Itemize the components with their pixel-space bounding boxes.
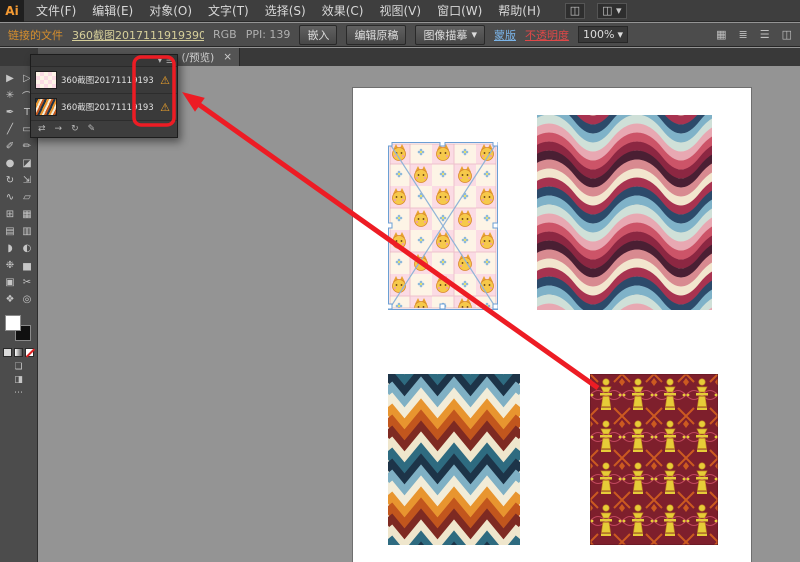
chevron-down-icon: ▾ (617, 28, 623, 41)
chevron-pattern-image[interactable] (388, 374, 520, 545)
tools-panel: ▶ ▷ ✳ ⌒ ✒ T ╱ ▭ ✐ ✏ ● ◪ ↻ ⇲ ∿ ▱ ⊞ ▦ ▤ ▥ ◗ ◐ ❉ ▅ ▣ ✂ ❖ ◎ ❏ ◨ ⋯ (0, 66, 38, 562)
selection-tool[interactable]: ▶ (2, 70, 19, 87)
color-mode-label: RGB (213, 28, 237, 41)
image-trace-label: 图像描摹 (423, 28, 468, 42)
menu-object[interactable]: 对象(O) (141, 0, 200, 22)
draw-mode-icon[interactable]: ❏ (14, 362, 22, 372)
rotate-tool[interactable]: ↻ (2, 172, 19, 189)
transform-icon[interactable]: ☰ (760, 28, 770, 41)
missing-link-warning-icon[interactable]: ⚠ (157, 74, 173, 87)
link-row[interactable]: 360截图20171119193 ⚠ (31, 67, 177, 94)
edit-original-button[interactable]: 编辑原稿 (346, 24, 407, 45)
menu-select[interactable]: 选择(S) (257, 0, 314, 22)
menu-effect[interactable]: 效果(C) (314, 0, 372, 22)
links-panel: ▾ ☰ 360截图20171119193 ⚠ 360截图20171119193 … (30, 54, 178, 138)
control-bar: 链接的文件 360截图20171119193909... RGB PPI: 13… (0, 23, 800, 47)
scale-tool[interactable]: ⇲ (19, 172, 36, 189)
go-to-link-icon[interactable]: → (55, 124, 63, 134)
image-trace-button[interactable]: 图像描摹 ▾ (415, 24, 485, 45)
link-thumbnail (35, 98, 57, 116)
damask-pattern-image[interactable] (589, 373, 719, 546)
placed-damask-pattern[interactable] (589, 373, 719, 546)
edit-original-icon[interactable]: ✎ (88, 124, 96, 134)
menu-bar: Ai 文件(F) 编辑(E) 对象(O) 文字(T) 选择(S) 效果(C) 视… (0, 0, 800, 22)
mesh-tool[interactable]: ▤ (2, 223, 19, 240)
placed-wave-pattern[interactable] (537, 115, 712, 310)
menu-type[interactable]: 文字(T) (200, 0, 257, 22)
pencil-tool[interactable]: ✏ (19, 138, 36, 155)
zoom-tool[interactable]: ◎ (19, 291, 36, 308)
menu-file[interactable]: 文件(F) (28, 0, 84, 22)
eyedropper-tool[interactable]: ◗ (2, 240, 19, 257)
artboard-tool[interactable]: ▣ (2, 274, 19, 291)
menu-window[interactable]: 窗口(W) (429, 0, 490, 22)
placed-cat-pattern[interactable] (386, 140, 499, 310)
none-button[interactable] (25, 348, 34, 357)
blend-tool[interactable]: ◐ (19, 240, 36, 257)
link-row[interactable]: 360截图20171119193 ⚠ (31, 94, 177, 121)
width-tool[interactable]: ∿ (2, 189, 19, 206)
color-mode-buttons (3, 348, 34, 357)
isolate-icon[interactable]: ◫ (782, 28, 792, 41)
pen-tool[interactable]: ✒ (2, 104, 19, 121)
shape-builder-tool[interactable]: ⊞ (2, 206, 19, 223)
slice-tool[interactable]: ✂ (19, 274, 36, 291)
ppi-label: PPI: 139 (245, 28, 291, 41)
panel-collapse-icon[interactable]: ▾ (158, 56, 162, 65)
relink-icon[interactable]: ⇄ (38, 124, 46, 134)
menu-edit[interactable]: 编辑(E) (84, 0, 141, 22)
free-transform-tool[interactable]: ▱ (19, 189, 36, 206)
blob-brush-tool[interactable]: ● (2, 155, 19, 172)
linked-file-label: 链接的文件 (8, 28, 63, 42)
linked-filename[interactable]: 360截图20171119193909... (72, 27, 204, 43)
paintbrush-tool[interactable]: ✐ (2, 138, 19, 155)
workspace-icon: ◫ (602, 3, 613, 17)
links-panel-footer: ⇄ → ↻ ✎ (31, 121, 177, 137)
toolbar-more-icon[interactable]: ⋯ (14, 388, 23, 398)
placed-chevron-pattern[interactable] (388, 374, 520, 545)
magic-wand-tool[interactable]: ✳ (2, 87, 19, 104)
color-button[interactable] (3, 348, 12, 357)
links-panel-header: ▾ ☰ (31, 55, 177, 67)
menu-view[interactable]: 视图(V) (371, 0, 429, 22)
app-logo: Ai (0, 0, 24, 22)
missing-link-warning-icon[interactable]: ⚠ (157, 101, 173, 114)
column-graph-tool[interactable]: ▅ (19, 257, 36, 274)
symbol-sprayer-tool[interactable]: ❉ (2, 257, 19, 274)
workspace-switcher-icon[interactable]: ◫ ▾ (597, 2, 627, 19)
hand-tool[interactable]: ❖ (2, 291, 19, 308)
align-icon[interactable]: ≣ (739, 28, 748, 41)
bridge-icon[interactable]: ◫ (564, 2, 586, 19)
document-tab-title: (/预览) (181, 51, 215, 64)
panel-menu-icon[interactable]: ☰ (166, 56, 173, 65)
gradient-button[interactable] (14, 348, 23, 357)
opacity-value: 100% (582, 28, 615, 41)
chevron-down-icon: ▾ (471, 28, 477, 41)
opacity-label[interactable]: 不透明度 (525, 27, 569, 43)
fill-swatch[interactable] (4, 315, 21, 331)
style-picker-icon[interactable]: ▦ (716, 28, 726, 41)
cat-pattern-image[interactable] (386, 140, 499, 310)
wave-pattern-image[interactable] (537, 115, 712, 310)
opacity-select[interactable]: 100% ▾ (577, 26, 628, 43)
embed-button[interactable]: 嵌入 (299, 24, 338, 45)
mask-link[interactable]: 蒙版 (494, 27, 516, 43)
menu-help[interactable]: 帮助(H) (490, 0, 548, 22)
perspective-grid-tool[interactable]: ▦ (19, 206, 36, 223)
update-link-icon[interactable]: ↻ (71, 124, 79, 134)
close-icon[interactable]: × (223, 51, 232, 63)
link-filename: 360截图20171119193 (61, 76, 153, 86)
link-thumbnail (35, 71, 57, 89)
fill-stroke-swatches (4, 314, 34, 344)
canvas-area[interactable] (38, 66, 800, 562)
screen-mode-icon[interactable]: ◨ (14, 375, 23, 385)
gradient-tool[interactable]: ▥ (19, 223, 36, 240)
eraser-tool[interactable]: ◪ (19, 155, 36, 172)
chevron-down-icon: ▾ (616, 3, 622, 17)
link-filename: 360截图20171119193 (61, 103, 153, 113)
line-segment-tool[interactable]: ╱ (2, 121, 19, 138)
